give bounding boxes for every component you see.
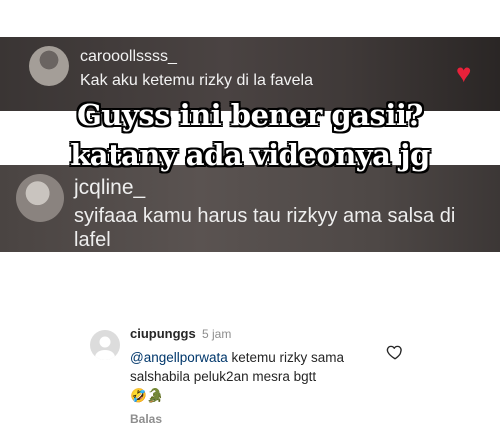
heart-icon[interactable]: ♥: [456, 60, 471, 86]
reply-button[interactable]: Balas: [130, 412, 162, 426]
avatar[interactable]: [16, 174, 64, 222]
like-heart-icon[interactable]: [386, 343, 404, 361]
comment-username[interactable]: carooollssss_: [80, 48, 177, 66]
avatar[interactable]: [90, 330, 120, 360]
caption-line-2: katany ada videonya jg: [70, 138, 430, 172]
comment-username[interactable]: jcqline_: [74, 176, 145, 200]
mention-link[interactable]: @angellporwata: [130, 350, 228, 365]
default-avatar-icon: [95, 336, 115, 360]
caption-line-1: Guyss ini bener gasii?: [77, 98, 423, 132]
comment-text: syifaaa kamu harus tau rizkyy ama salsa …: [74, 205, 456, 251]
comment-emoji: 🤣🐊: [130, 388, 164, 403]
comment-text: Kak aku ketemu rizky di la favela: [80, 72, 313, 89]
comment-timestamp: 5 jam: [202, 327, 232, 341]
comment-body: @angellporwata ketemu rizky sama salshab…: [130, 348, 380, 405]
comment-username[interactable]: ciupunggs: [130, 326, 196, 341]
avatar[interactable]: [29, 46, 69, 86]
